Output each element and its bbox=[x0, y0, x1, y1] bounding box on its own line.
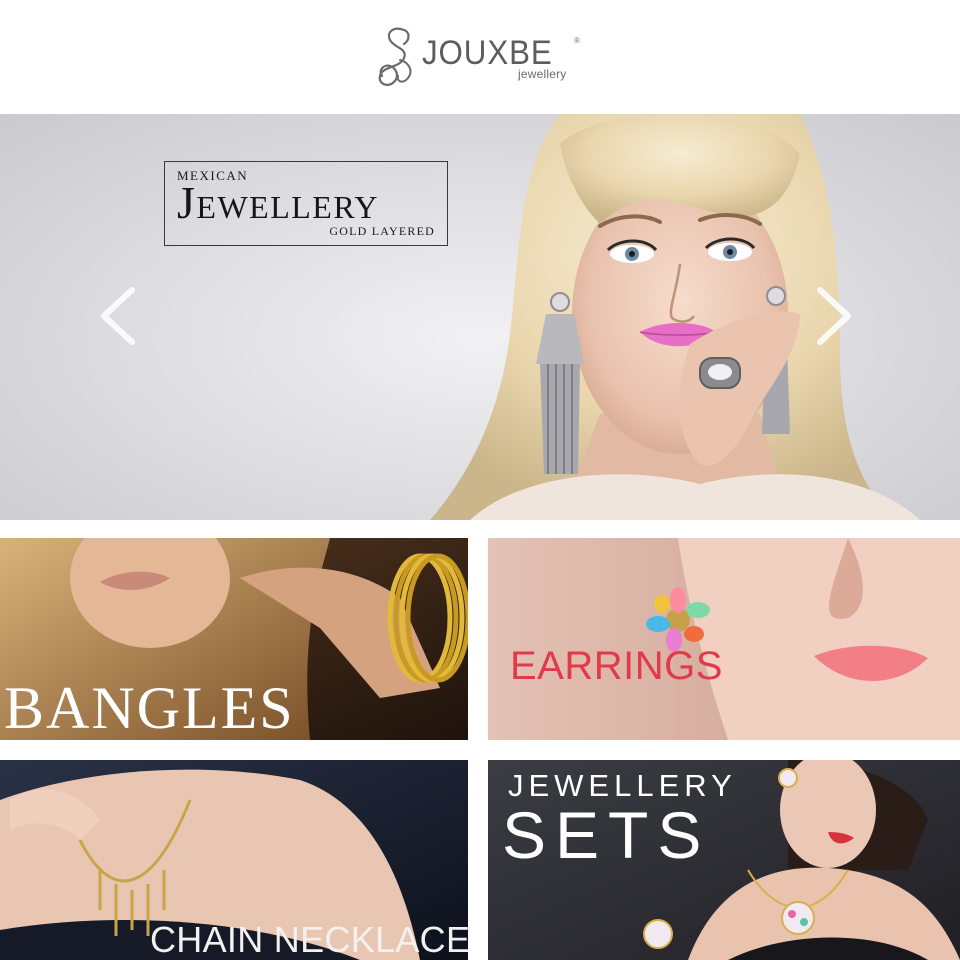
brand-tagline: jewellery bbox=[518, 67, 567, 81]
trademark-symbol: ® bbox=[574, 36, 580, 45]
brand-name: JOUXBE bbox=[422, 34, 553, 72]
category-tile-chain-necklaces[interactable]: CHAIN NECKLACES bbox=[0, 760, 468, 960]
hero-promo-badge[interactable]: MEXICAN Jewellery GOLD LAYERED bbox=[164, 161, 448, 246]
category-label-earrings: EARRINGS bbox=[510, 644, 723, 688]
site-header: JOUXBE ® jewellery bbox=[0, 0, 960, 114]
brand-logo[interactable]: JOUXBE ® jewellery bbox=[374, 24, 586, 90]
slider-next-button[interactable] bbox=[812, 284, 856, 348]
chevron-left-icon bbox=[101, 287, 135, 345]
ampersand-swirl-icon bbox=[378, 27, 412, 86]
category-tile-bangles[interactable]: BANGLES bbox=[0, 538, 468, 740]
category-label-jewellery: JEWELLERY bbox=[508, 768, 737, 803]
slider-prev-button[interactable] bbox=[96, 284, 140, 348]
category-label-sets: SETS bbox=[502, 798, 711, 872]
hero-slider: MEXICAN Jewellery GOLD LAYERED bbox=[0, 114, 960, 520]
category-tile-jewellery-sets[interactable]: JEWELLERY SETS bbox=[488, 760, 960, 960]
earrings-image bbox=[488, 538, 960, 740]
badge-subtitle: GOLD LAYERED bbox=[329, 224, 435, 238]
category-label-bangles: BANGLES bbox=[4, 675, 295, 740]
category-label-chain-necklaces: CHAIN NECKLACES bbox=[150, 919, 468, 960]
badge-title: Jewellery bbox=[177, 177, 380, 228]
category-tile-earrings[interactable]: EARRINGS bbox=[488, 538, 960, 740]
chevron-right-icon bbox=[817, 287, 851, 345]
